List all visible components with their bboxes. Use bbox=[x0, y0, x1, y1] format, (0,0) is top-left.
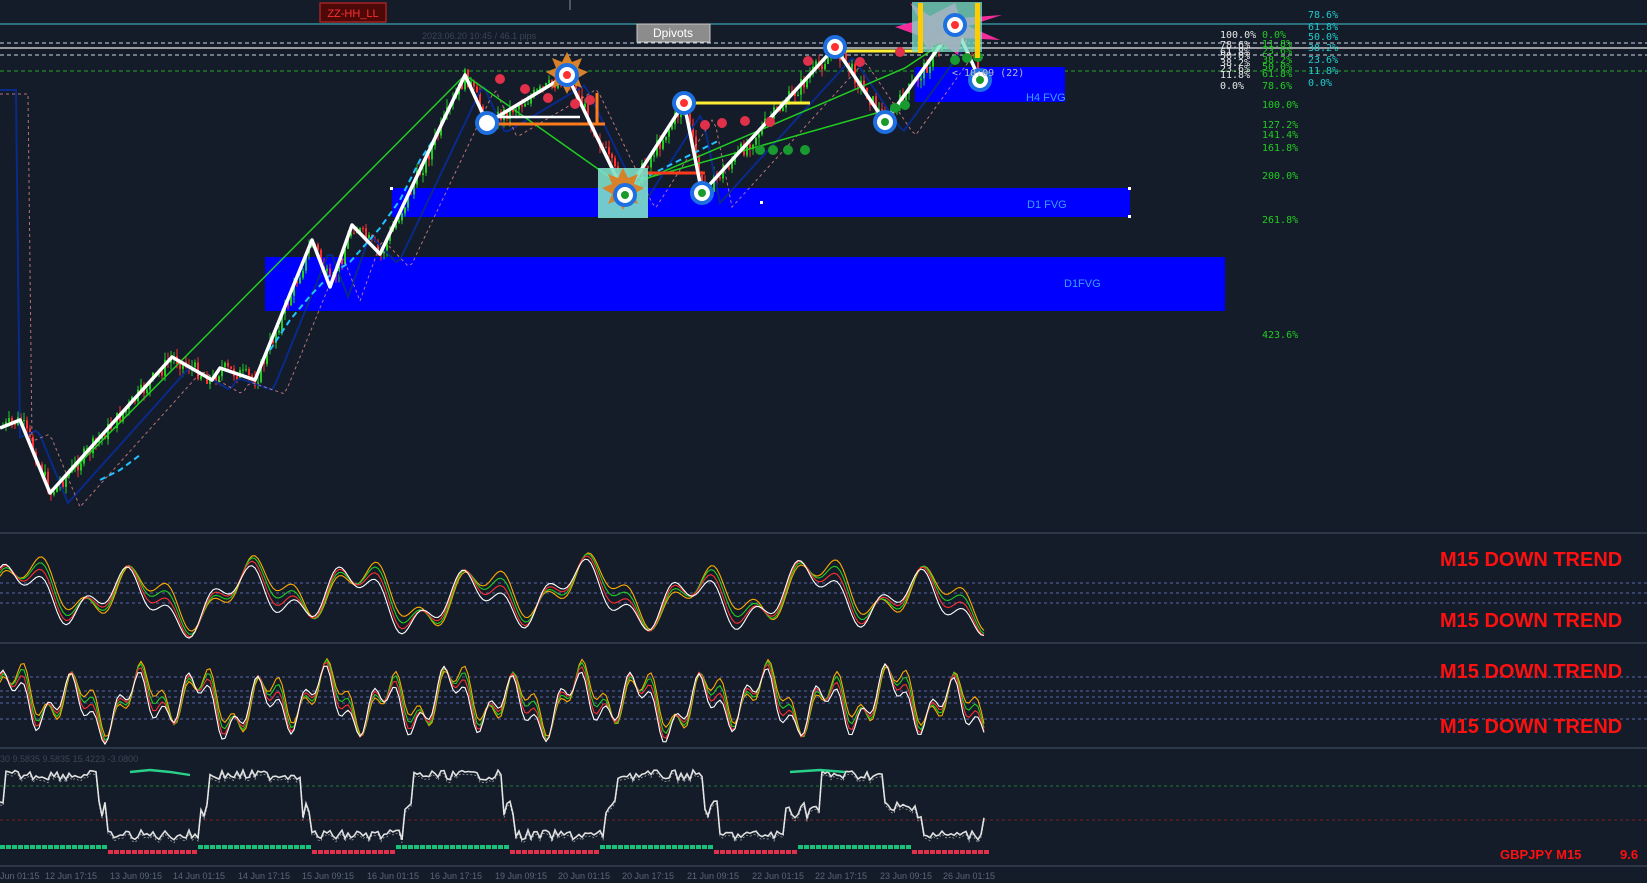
symbol-label: GBPJPY M15 bbox=[1500, 847, 1581, 862]
green-dot-marker bbox=[950, 55, 960, 65]
candle-countdown: < 10:09 (22) bbox=[952, 68, 1024, 79]
fib-mid-label: 78.6% bbox=[1262, 81, 1292, 92]
panel3-header: 30 9.5835 9.5835 15.4223 -3.0800 bbox=[0, 754, 138, 764]
red-dot-marker bbox=[895, 47, 905, 57]
fib-right-label: 38.2% bbox=[1308, 43, 1338, 54]
red-dot-marker bbox=[570, 99, 580, 109]
time-axis-label: 14 Jun 01:15 bbox=[173, 871, 225, 881]
green-dot-marker bbox=[768, 145, 778, 155]
time-axis-label: 21 Jun 09:15 bbox=[687, 871, 739, 881]
red-dot-marker bbox=[700, 120, 710, 130]
zz-hh-ll-label: ZZ-HH_LL bbox=[327, 8, 378, 20]
green-dot-marker bbox=[783, 145, 793, 155]
dpivots-label: Dpivots bbox=[653, 26, 693, 40]
momentum-pane-3[interactable]: 30 9.5835 9.5835 15.4223 -3.0800 bbox=[0, 754, 1647, 854]
dpivots-button[interactable]: Dpivots bbox=[636, 23, 711, 43]
fib-extension-label: 423.6% bbox=[1262, 330, 1298, 341]
trend-label-1: M15 DOWN TREND bbox=[1440, 549, 1622, 571]
trend-label-3: M15 DOWN TREND bbox=[1440, 661, 1622, 683]
trend-label-2: M15 DOWN TREND bbox=[1440, 610, 1622, 632]
fib-right-label: 78.6% bbox=[1308, 10, 1338, 21]
red-dot-marker bbox=[585, 95, 595, 105]
h4-fvg-label: H4 FVG bbox=[1026, 92, 1066, 104]
time-axis-label: 13 Jun 09:15 bbox=[110, 871, 162, 881]
time-axis-label: 26 Jun 01:15 bbox=[943, 871, 995, 881]
d1-fvg-label: D1 FVG bbox=[1027, 199, 1067, 211]
time-axis-label: 19 Jun 09:15 bbox=[495, 871, 547, 881]
fib-extension-label: 200.0% bbox=[1262, 171, 1298, 182]
time-axis: Jun 01:15 12 Jun 17:15 13 Jun 09:15 14 Jun … bbox=[0, 871, 995, 881]
green-dot-marker bbox=[890, 103, 900, 113]
time-axis-label: 23 Jun 09:15 bbox=[880, 871, 932, 881]
time-axis-label: 14 Jun 17:15 bbox=[238, 871, 290, 881]
time-axis-label: 16 Jun 01:15 bbox=[367, 871, 419, 881]
stochastic-pane-1[interactable] bbox=[0, 552, 1647, 639]
red-dot-marker bbox=[803, 56, 813, 66]
red-dot-marker bbox=[543, 93, 553, 103]
fib-right-label: 50.0% bbox=[1308, 32, 1338, 43]
fib-left-label: 11.8% bbox=[1220, 70, 1250, 81]
time-axis-label: 16 Jun 17:15 bbox=[430, 871, 482, 881]
fib-extension-label: 261.8% bbox=[1262, 215, 1298, 226]
red-dot-marker bbox=[520, 84, 530, 94]
d1fvg-label: D1FVG bbox=[1064, 278, 1101, 290]
fib-mid-label: 61.8% bbox=[1262, 69, 1292, 80]
green-dot-marker bbox=[755, 145, 765, 155]
red-dot-marker bbox=[765, 117, 775, 127]
fib-right-label: 23.6% bbox=[1308, 55, 1338, 66]
green-dot-marker bbox=[800, 145, 810, 155]
red-dot-marker bbox=[855, 57, 865, 67]
chart-info-text: 2023.06.20 10:45 / 46.1 pips bbox=[422, 31, 537, 41]
time-axis-label: 20 Jun 17:15 bbox=[622, 871, 674, 881]
green-dot-marker bbox=[900, 100, 910, 110]
red-dot-marker bbox=[740, 116, 750, 126]
fib-right-label: 0.0% bbox=[1308, 78, 1332, 89]
chart-canvas[interactable]: H4 FVG D1 FVG D1FVG ZZ-HH_LL Dpivots 202… bbox=[0, 0, 1647, 883]
red-dot-marker bbox=[495, 74, 505, 84]
zz-hh-ll-button[interactable]: ZZ-HH_LL bbox=[319, 2, 387, 23]
time-axis-label: Jun 01:15 bbox=[0, 871, 40, 881]
fib-extension-label: 161.8% bbox=[1262, 143, 1298, 154]
time-axis-label: 20 Jun 01:15 bbox=[558, 871, 610, 881]
time-axis-label: 22 Jun 17:15 bbox=[815, 871, 867, 881]
fib-extension-label: 100.0% bbox=[1262, 100, 1298, 111]
red-dot-marker bbox=[717, 118, 727, 128]
stochastic-pane-2[interactable] bbox=[0, 657, 1647, 746]
fib-extension-label: 141.4% bbox=[1262, 130, 1298, 141]
trading-platform: H4 FVG D1 FVG D1FVG ZZ-HH_LL Dpivots 202… bbox=[0, 0, 1647, 883]
time-axis-label: 22 Jun 01:15 bbox=[752, 871, 804, 881]
time-axis-label: 15 Jun 09:15 bbox=[302, 871, 354, 881]
fib-left-label: 0.0% bbox=[1220, 81, 1244, 92]
fib-right-label: 11.8% bbox=[1308, 66, 1338, 77]
trend-label-4: M15 DOWN TREND bbox=[1440, 716, 1622, 738]
last-value: 9.6 bbox=[1620, 847, 1638, 862]
time-axis-label: 12 Jun 17:15 bbox=[45, 871, 97, 881]
green-dot-marker bbox=[962, 53, 972, 63]
